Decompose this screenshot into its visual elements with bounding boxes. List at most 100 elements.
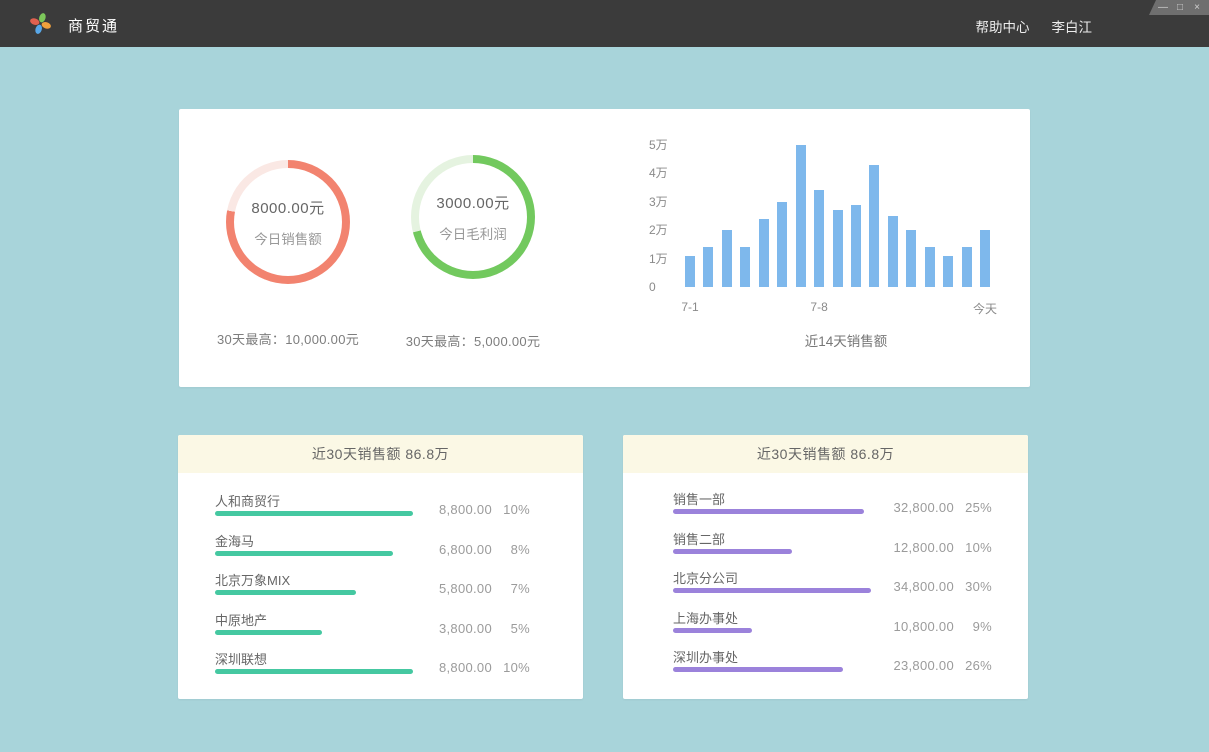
y-axis-tick: 3万: [649, 194, 681, 210]
row-name: 北京分公司: [673, 568, 738, 587]
department-row: 销售二部 12,800.0010%: [673, 528, 992, 568]
row-bar: [673, 588, 871, 593]
daily-sales-bar: [703, 247, 713, 287]
customer-row: 北京万象MIX5,800.007%: [215, 569, 530, 609]
row-numbers: 23,800.0026%: [874, 658, 992, 673]
row-name: 深圳联想: [215, 649, 267, 668]
department-rank-list: 销售一部 32,800.0025% 销售二部 12,800.0010% 北京分公司 34,…: [623, 473, 1028, 686]
today-sales-label: 今日销售额: [254, 228, 322, 248]
row-value: 23,800.00: [874, 658, 954, 673]
app-logo-icon: [28, 11, 53, 36]
daily-sales-bar: [925, 247, 935, 287]
row-numbers: 8,800.0010%: [412, 660, 530, 675]
username-link[interactable]: 李白江: [1052, 16, 1093, 36]
row-name: 销售一部: [673, 489, 725, 508]
daily-sales-bar: [796, 145, 806, 287]
row-bar: [215, 511, 413, 516]
row-percent: 26%: [954, 658, 992, 673]
customer-sales-rank-card: 近30天销售额 86.8万 人和商贸行8,800.0010%金海马6,800.0…: [178, 435, 583, 699]
bar-plot-area: [685, 145, 990, 287]
row-value: 8,800.00: [412, 502, 492, 517]
today-overview-card: 8000.00元 今日销售额 30天最高：10,000.00元 3000.00元…: [179, 109, 1030, 387]
daily-sales-bar: [980, 230, 990, 287]
department-rank-title: 近30天销售额 86.8万: [623, 435, 1028, 473]
x-axis-label: 7-1: [681, 300, 698, 314]
maximize-button[interactable]: □: [1175, 3, 1185, 13]
customer-rank-list: 人和商贸行8,800.0010%金海马6,800.008%北京万象MIX5,80…: [178, 473, 583, 688]
daily-sales-bar: [740, 247, 750, 287]
titlebar-menu: 帮助中心 李白江: [976, 16, 1093, 36]
department-sales-rank-card: 近30天销售额 86.8万 销售一部 32,800.0025% 销售二部 12,800…: [623, 435, 1028, 699]
row-name: 金海马: [215, 531, 254, 550]
today-profit-value: 3000.00元: [436, 192, 509, 213]
department-row: 深圳办事处 23,800.0026%: [673, 646, 992, 686]
x-axis-label: 7-8: [810, 300, 827, 314]
app-title: 商贸通: [68, 15, 119, 36]
row-percent: 30%: [954, 579, 992, 594]
customer-row: 人和商贸行 8,800.0010%: [215, 490, 530, 530]
row-bar: [215, 630, 322, 635]
row-numbers: 8,800.0010%: [412, 502, 530, 517]
y-axis-tick: 0: [649, 279, 681, 295]
y-axis-tick: 2万: [649, 222, 681, 238]
chart-title: 近14天销售额: [685, 330, 1007, 350]
daily-sales-bar: [722, 230, 732, 287]
row-numbers: 5,800.007%: [412, 581, 530, 596]
row-value: 34,800.00: [874, 579, 954, 594]
help-center-link[interactable]: 帮助中心: [976, 16, 1030, 36]
row-name: 人和商贸行: [215, 491, 280, 510]
row-percent: 5%: [492, 621, 530, 636]
row-bar: [215, 590, 356, 595]
row-name: 销售二部: [673, 529, 725, 548]
row-numbers: 12,800.0010%: [874, 540, 992, 555]
row-bar: [215, 669, 413, 674]
row-value: 12,800.00: [874, 540, 954, 555]
today-sales-value: 8000.00元: [251, 197, 324, 218]
row-name: 中原地产: [215, 610, 267, 629]
row-bar: [673, 549, 792, 554]
customer-row: 金海马 6,800.008%: [215, 530, 530, 570]
row-value: 6,800.00: [412, 542, 492, 557]
profit-30day-max: 30天最高：5,000.00元: [373, 331, 573, 350]
row-name: 深圳办事处: [673, 647, 738, 666]
close-button[interactable]: ×: [1192, 3, 1202, 13]
daily-sales-bar: [851, 205, 861, 287]
row-bar: [673, 628, 752, 633]
department-row: 上海办事处 10,800.009%: [673, 607, 992, 647]
customer-rank-title: 近30天销售额 86.8万: [178, 435, 583, 473]
today-profit-label: 今日毛利润: [439, 223, 507, 243]
row-bar: [673, 509, 864, 514]
titlebar: 商贸通 帮助中心 李白江 — □ ×: [0, 0, 1209, 47]
daily-sales-bar: [906, 230, 916, 287]
row-percent: 7%: [492, 581, 530, 596]
row-numbers: 10,800.009%: [874, 619, 992, 634]
row-percent: 10%: [492, 502, 530, 517]
window-controls: — □ ×: [1149, 0, 1209, 15]
row-numbers: 32,800.0025%: [874, 500, 992, 515]
daily-sales-bar: [943, 256, 953, 287]
daily-sales-bar: [759, 219, 769, 287]
row-bar: [673, 667, 843, 672]
y-axis-tick: 5万: [649, 137, 681, 153]
today-profit-ring: 3000.00元 今日毛利润: [411, 155, 535, 279]
row-percent: 8%: [492, 542, 530, 557]
sales-14day-chart: 5万 4万 3万 2万 1万 0 近14天销售额 7-1 7-8 今天: [645, 138, 1007, 354]
x-axis-label: 今天: [973, 300, 997, 317]
row-value: 32,800.00: [874, 500, 954, 515]
row-name: 上海办事处: [673, 608, 738, 627]
customer-row: 中原地产 3,800.005%: [215, 609, 530, 649]
row-percent: 9%: [954, 619, 992, 634]
daily-sales-bar: [962, 247, 972, 287]
daily-sales-bar: [888, 216, 898, 287]
row-numbers: 34,800.0030%: [874, 579, 992, 594]
y-axis-tick: 4万: [649, 165, 681, 181]
row-percent: 10%: [954, 540, 992, 555]
row-value: 8,800.00: [412, 660, 492, 675]
y-axis-tick: 1万: [649, 251, 681, 267]
row-value: 3,800.00: [412, 621, 492, 636]
customer-row: 深圳联想 8,800.0010%: [215, 648, 530, 688]
row-percent: 10%: [492, 660, 530, 675]
department-row: 北京分公司 34,800.0030%: [673, 567, 992, 607]
minimize-button[interactable]: —: [1158, 3, 1168, 13]
row-percent: 25%: [954, 500, 992, 515]
